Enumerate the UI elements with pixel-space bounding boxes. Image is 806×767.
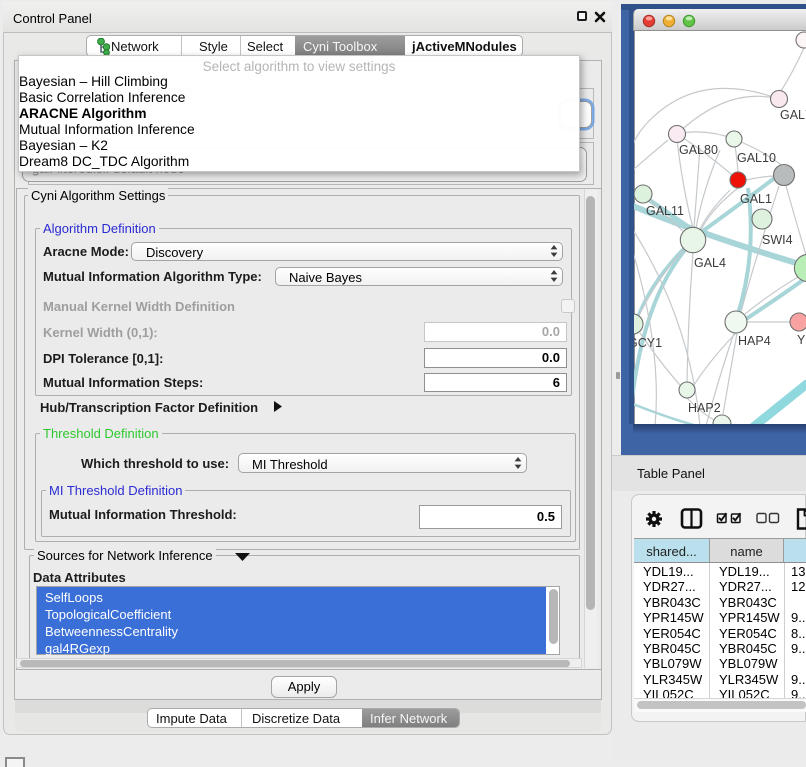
- svg-text:GCY1: GCY1: [634, 336, 662, 350]
- svg-text:GAL10: GAL10: [737, 151, 776, 165]
- svg-text:GAL4: GAL4: [694, 256, 726, 270]
- svg-text:GAL11: GAL11: [646, 204, 684, 218]
- svg-text:SWI4: SWI4: [762, 233, 793, 247]
- svg-text:GAL80: GAL80: [679, 143, 718, 157]
- svg-text:HAP2: HAP2: [688, 401, 721, 415]
- svg-text:HAP4: HAP4: [738, 334, 771, 348]
- svg-text:GAL7: GAL7: [780, 108, 806, 122]
- svg-text:Y: Y: [797, 333, 806, 347]
- svg-text:GAL1: GAL1: [740, 192, 772, 206]
